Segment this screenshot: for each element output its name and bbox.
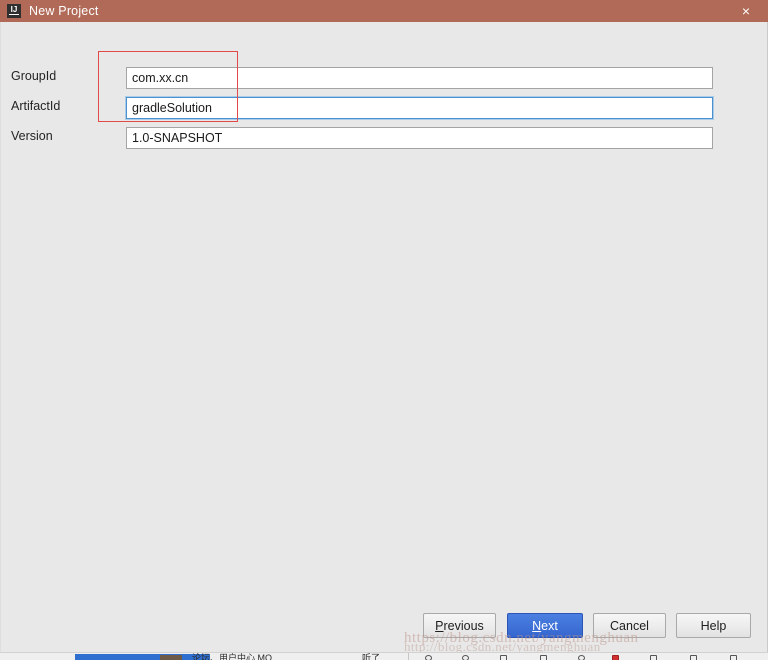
taskbar-icon-6[interactable] xyxy=(650,655,657,660)
version-input[interactable] xyxy=(126,127,713,149)
next-mnemonic: N xyxy=(532,618,542,633)
taskbar-notification-icon[interactable] xyxy=(612,655,619,660)
taskbar-icon-2[interactable] xyxy=(462,655,469,660)
previous-label-rest: revious xyxy=(443,618,484,633)
next-label-rest: ext xyxy=(541,618,558,633)
taskbar-icon-8[interactable] xyxy=(730,655,737,660)
form-row-groupid: GroupId xyxy=(1,67,768,89)
dialog-footer: Previous Next Cancel Help xyxy=(1,605,768,652)
new-project-dialog: IJ New Project × GroupId ArtifactId Vers… xyxy=(0,0,768,660)
taskbar-thumbnail[interactable] xyxy=(160,655,182,660)
previous-button[interactable]: Previous xyxy=(423,613,496,638)
version-label: Version xyxy=(11,129,53,143)
dialog-titlebar: IJ New Project × xyxy=(0,0,768,22)
dialog-body: GroupId ArtifactId Version Previous Next… xyxy=(0,22,768,652)
taskbar-icon-7[interactable] xyxy=(690,655,697,660)
taskbar-icon-5[interactable] xyxy=(578,655,585,660)
taskbar-item-label-2: 听了 xyxy=(362,653,381,660)
previous-mnemonic: P xyxy=(435,618,444,633)
taskbar-icon-4[interactable] xyxy=(540,655,547,660)
artifactid-label: ArtifactId xyxy=(11,99,61,113)
cancel-button[interactable]: Cancel xyxy=(593,613,666,638)
taskbar-icon-3[interactable] xyxy=(500,655,507,660)
form-row-artifactid: ArtifactId xyxy=(1,97,768,119)
windows-taskbar: 论坛、用户中心 MQ 听了 xyxy=(0,652,768,660)
taskbar-icon-1[interactable] xyxy=(425,655,432,660)
help-button[interactable]: Help xyxy=(676,613,751,638)
artifactid-input[interactable] xyxy=(126,97,713,119)
taskbar-separator xyxy=(408,653,409,660)
taskbar-active-item[interactable] xyxy=(75,654,210,660)
form-row-version: Version xyxy=(1,127,768,149)
close-icon[interactable]: × xyxy=(724,0,768,22)
taskbar-item-label: 论坛、用户中心 MQ xyxy=(192,653,272,660)
intellij-idea-icon: IJ xyxy=(7,4,21,18)
next-button[interactable]: Next xyxy=(507,613,583,638)
groupid-input[interactable] xyxy=(126,67,713,89)
dialog-title: New Project xyxy=(29,4,99,18)
groupid-label: GroupId xyxy=(11,69,57,83)
